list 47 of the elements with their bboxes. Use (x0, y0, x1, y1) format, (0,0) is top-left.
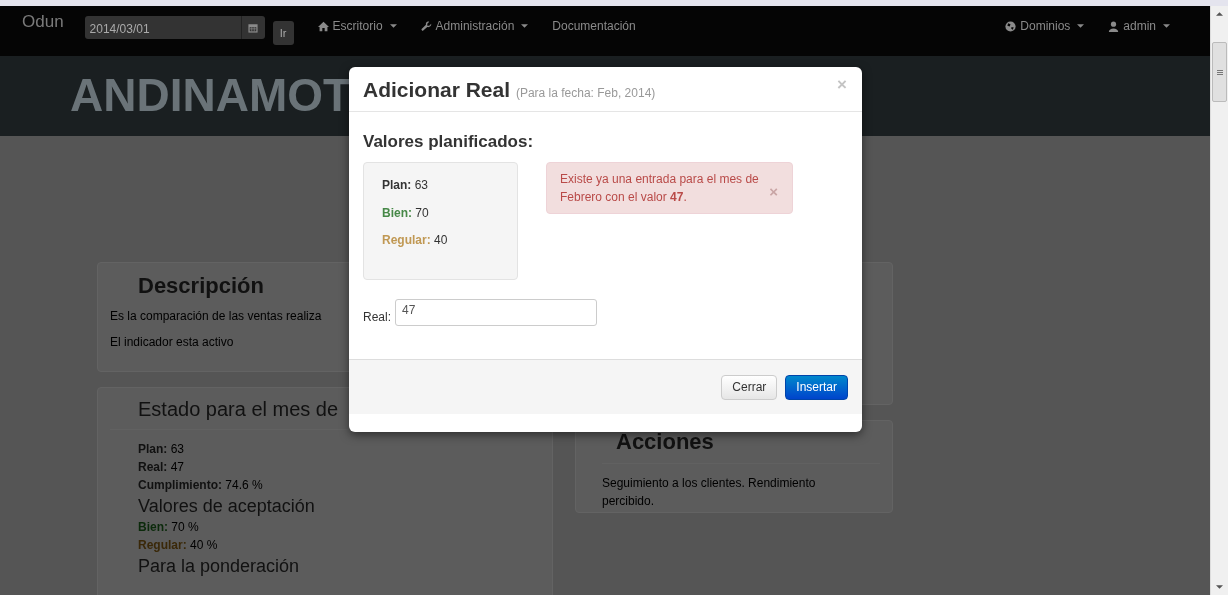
field-label: Real: (363, 310, 391, 326)
caret-icon (521, 24, 529, 28)
card-heading: Estado para el mes de (138, 398, 339, 421)
dropdown-menu-item[interactable]: Escritorio (317, 19, 397, 33)
dropdown-menu-item[interactable]: admin (1108, 19, 1170, 33)
section-heading: Valores planificados: (363, 132, 535, 152)
grip-icon (1216, 69, 1223, 75)
card-text: Es la comparación de las ventas realiza (110, 309, 322, 323)
card-heading: Acciones (616, 429, 714, 455)
go-button[interactable]: Ir (272, 21, 294, 45)
value-line: Regular: 40 (382, 232, 449, 248)
brand-link[interactable]: Odun (22, 12, 64, 32)
close-dialog-button[interactable]: Cerrar (721, 374, 778, 400)
scrollbar[interactable] (1210, 6, 1228, 595)
nav-link[interactable]: Documentación (552, 19, 636, 33)
home-icon (317, 20, 329, 32)
dropdown-menu-item[interactable]: Dominios (1005, 19, 1085, 33)
globe-icon (1005, 20, 1017, 32)
modal-title: Adicionar Real (Para la fecha: Feb, 2014) (363, 77, 656, 103)
value-line: Bien: 70 % (138, 519, 199, 536)
card-text: El indicador esta activo (110, 335, 234, 349)
caret-icon (1077, 24, 1085, 28)
user-icon (1108, 20, 1120, 32)
value-line: Cumplimiento: 74.6 % (138, 477, 263, 494)
card-text: Seguimiento a los clientes. Rendimiento percibido. (602, 475, 817, 510)
value-line: Real: 47 (138, 459, 185, 476)
input-field[interactable]: 47 (395, 299, 597, 326)
wrench-icon (420, 20, 432, 32)
scroll-up-icon (1216, 12, 1223, 16)
section-heading: Para la ponderación (138, 556, 300, 576)
date-field[interactable]: 2014/03/01 (84, 16, 241, 39)
alert-message: Existe ya una entrada para el mes de Febrero con el valor 47. (560, 171, 760, 206)
value-line: Plan: 63 (382, 177, 430, 193)
card-heading: Descripción (138, 273, 264, 299)
value-line: Bien: 70 (382, 204, 430, 221)
caret-icon (389, 24, 397, 28)
value-line: Plan: 63 (138, 441, 185, 458)
banner-title: ANDINAMOT (70, 70, 352, 120)
section-heading: Valores de aceptación (138, 496, 315, 516)
insert-button[interactable]: Insertar (785, 374, 848, 400)
scroll-down-icon (1216, 585, 1223, 589)
scrollbar-thumb[interactable] (1212, 42, 1227, 102)
value-line: Regular: 40 % (138, 537, 218, 554)
caret-icon (1163, 24, 1170, 28)
calendar-button[interactable] (240, 16, 265, 39)
calendar-icon (248, 22, 259, 33)
dropdown-menu-item[interactable]: Administración (420, 19, 529, 33)
